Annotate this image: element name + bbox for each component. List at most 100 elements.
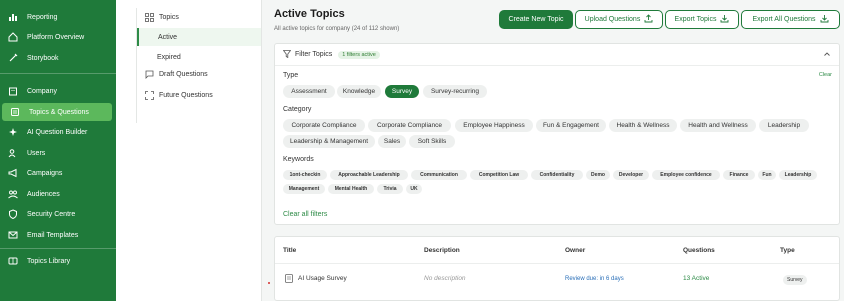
audience-icon bbox=[0, 189, 24, 199]
keyword-chip[interactable]: Fun bbox=[758, 170, 776, 180]
subnav-active[interactable]: Active bbox=[137, 28, 261, 46]
create-new-topic-label: Create New Topic bbox=[508, 16, 564, 23]
sidebar-item-security-centre[interactable]: Security Centre bbox=[0, 205, 116, 223]
keyword-chip[interactable]: Leadership bbox=[779, 170, 817, 180]
sidebar-item-label: Campaigns bbox=[27, 169, 63, 177]
row-title[interactable]: AI Usage Survey bbox=[298, 275, 347, 282]
sidebar-item-email-templates[interactable]: Email Templates bbox=[0, 226, 116, 244]
type-chip-survey[interactable]: Survey bbox=[385, 85, 419, 98]
category-chip[interactable]: Health & Wellness bbox=[609, 119, 677, 132]
clear-all-filters-link[interactable]: Clear all filters bbox=[283, 211, 327, 218]
sidebar-item-platform-overview[interactable]: Platform Overview bbox=[0, 28, 116, 46]
topics-subnav: Topics Active Expired Draft Questions Fu… bbox=[116, 0, 262, 301]
keyword-chip[interactable]: 1ont-checkin bbox=[283, 170, 327, 180]
page-title: Active Topics bbox=[274, 8, 345, 20]
column-header-title[interactable]: Title bbox=[283, 247, 296, 254]
keyword-chip[interactable]: Communication bbox=[411, 170, 467, 180]
sidebar-item-label: Security Centre bbox=[27, 210, 76, 218]
filter-title: Filter Topics bbox=[295, 51, 333, 58]
sidebar-item-topics-library[interactable]: Topics Library bbox=[0, 252, 116, 270]
category-chip[interactable]: Corporate Compliance bbox=[283, 119, 365, 132]
megaphone-icon bbox=[0, 168, 24, 178]
expand-icon bbox=[145, 91, 159, 100]
pen-icon bbox=[0, 53, 24, 63]
subnav-tree: Active Expired bbox=[136, 8, 262, 123]
keyword-chip[interactable]: Management bbox=[283, 184, 325, 194]
type-chip-knowledge[interactable]: Knowledge bbox=[337, 85, 381, 98]
sidebar-item-users[interactable]: Users bbox=[0, 144, 116, 162]
topics-table: Title Description Owner Questions Type A… bbox=[274, 236, 840, 301]
sidebar-item-company[interactable]: Company bbox=[0, 82, 116, 100]
category-chip[interactable]: Soft Skills bbox=[409, 135, 455, 148]
export-topics-label: Export Topics bbox=[674, 16, 717, 23]
keyword-chip[interactable]: Confidentiality bbox=[531, 170, 583, 180]
sidebar-item-topics-questions[interactable]: Topics & Questions bbox=[2, 103, 112, 121]
subnav-future-questions[interactable]: Future Questions bbox=[145, 91, 213, 100]
category-chip[interactable]: Corporate Compliance bbox=[368, 119, 451, 132]
keyword-chip[interactable]: Trivia bbox=[377, 184, 403, 194]
column-header-owner[interactable]: Owner bbox=[565, 247, 585, 254]
sidebar-item-label: Audiences bbox=[27, 190, 60, 198]
download-icon bbox=[820, 14, 829, 25]
keyword-chip[interactable]: Demo bbox=[586, 170, 610, 180]
column-header-description[interactable]: Description bbox=[424, 247, 460, 254]
category-chip[interactable]: Employee Happiness bbox=[455, 119, 533, 132]
keyword-chip[interactable]: Finance bbox=[723, 170, 755, 180]
keyword-chip[interactable]: Employee confidence bbox=[652, 170, 720, 180]
category-chip[interactable]: Fun & Engagement bbox=[536, 119, 606, 132]
subnav-future-questions-label: Future Questions bbox=[159, 92, 213, 99]
keyword-chip[interactable]: Developer bbox=[613, 170, 649, 180]
header-divider bbox=[275, 263, 839, 264]
keyword-chip[interactable]: Mental Health bbox=[328, 184, 374, 194]
clear-type-link[interactable]: Clear bbox=[819, 72, 832, 78]
create-new-topic-button[interactable]: Create New Topic bbox=[499, 10, 573, 29]
type-chip-assessment[interactable]: Assessment bbox=[283, 85, 335, 98]
chat-icon bbox=[145, 70, 159, 79]
subnav-draft-questions-label: Draft Questions bbox=[159, 71, 208, 78]
sidebar-item-label: Topics Library bbox=[27, 257, 71, 265]
category-chip[interactable]: Sales bbox=[378, 135, 406, 148]
shield-icon bbox=[0, 209, 24, 219]
row-description: No description bbox=[424, 275, 466, 282]
users-icon bbox=[0, 148, 24, 158]
page-subtitle: All active topics for company (24 of 112… bbox=[274, 26, 400, 32]
library-icon bbox=[0, 256, 24, 266]
keyword-chip[interactable]: Approachable Leadership bbox=[330, 170, 408, 180]
home-icon bbox=[0, 32, 24, 42]
chevron-up-icon[interactable] bbox=[823, 50, 831, 60]
filters-active-badge: 1 filters active bbox=[338, 50, 380, 59]
export-all-questions-label: Export All Questions bbox=[752, 16, 816, 23]
export-all-questions-button[interactable]: Export All Questions bbox=[741, 10, 840, 29]
sidebar-item-audiences[interactable]: Audiences bbox=[0, 185, 116, 203]
sidebar-item-label: Company bbox=[27, 87, 57, 95]
upload-questions-button[interactable]: Upload Questions bbox=[575, 10, 663, 29]
keyword-chip[interactable]: UK bbox=[406, 184, 422, 194]
type-chip-survey-recurring[interactable]: Survey-recurring bbox=[423, 85, 487, 98]
cursor-marker bbox=[268, 282, 270, 284]
building-icon bbox=[0, 86, 24, 96]
upload-questions-label: Upload Questions bbox=[584, 16, 641, 23]
category-chip[interactable]: Leadership bbox=[759, 119, 809, 132]
type-label: Type bbox=[283, 72, 299, 79]
keyword-chip[interactable]: Competition Law bbox=[470, 170, 528, 180]
category-chip[interactable]: Leadership & Management bbox=[283, 135, 375, 148]
column-header-questions[interactable]: Questions bbox=[683, 247, 715, 254]
subnav-expired[interactable]: Expired bbox=[138, 48, 262, 66]
column-header-type[interactable]: Type bbox=[780, 247, 795, 254]
sparkle-icon bbox=[0, 127, 24, 137]
main-sidebar: Reporting Platform Overview Storybook Co… bbox=[0, 0, 116, 301]
row-owner[interactable]: Review due: in 6 days bbox=[565, 276, 624, 282]
sidebar-item-campaigns[interactable]: Campaigns bbox=[0, 164, 116, 182]
sidebar-item-ai-question-builder[interactable]: AI Question Builder bbox=[0, 123, 116, 141]
filter-icon bbox=[282, 49, 292, 60]
row-type-badge: Survey bbox=[783, 275, 807, 285]
sidebar-item-storybook[interactable]: Storybook bbox=[0, 49, 116, 67]
filter-panel-header[interactable]: Filter Topics 1 filters active bbox=[275, 44, 839, 66]
sidebar-item-reporting[interactable]: Reporting bbox=[0, 8, 116, 26]
category-label: Category bbox=[283, 106, 312, 113]
export-topics-button[interactable]: Export Topics bbox=[665, 10, 739, 29]
category-chip[interactable]: Health and Wellness bbox=[680, 119, 756, 132]
mail-icon bbox=[0, 230, 24, 240]
subnav-draft-questions[interactable]: Draft Questions bbox=[145, 70, 208, 79]
sidebar-item-label: Reporting bbox=[27, 13, 58, 21]
